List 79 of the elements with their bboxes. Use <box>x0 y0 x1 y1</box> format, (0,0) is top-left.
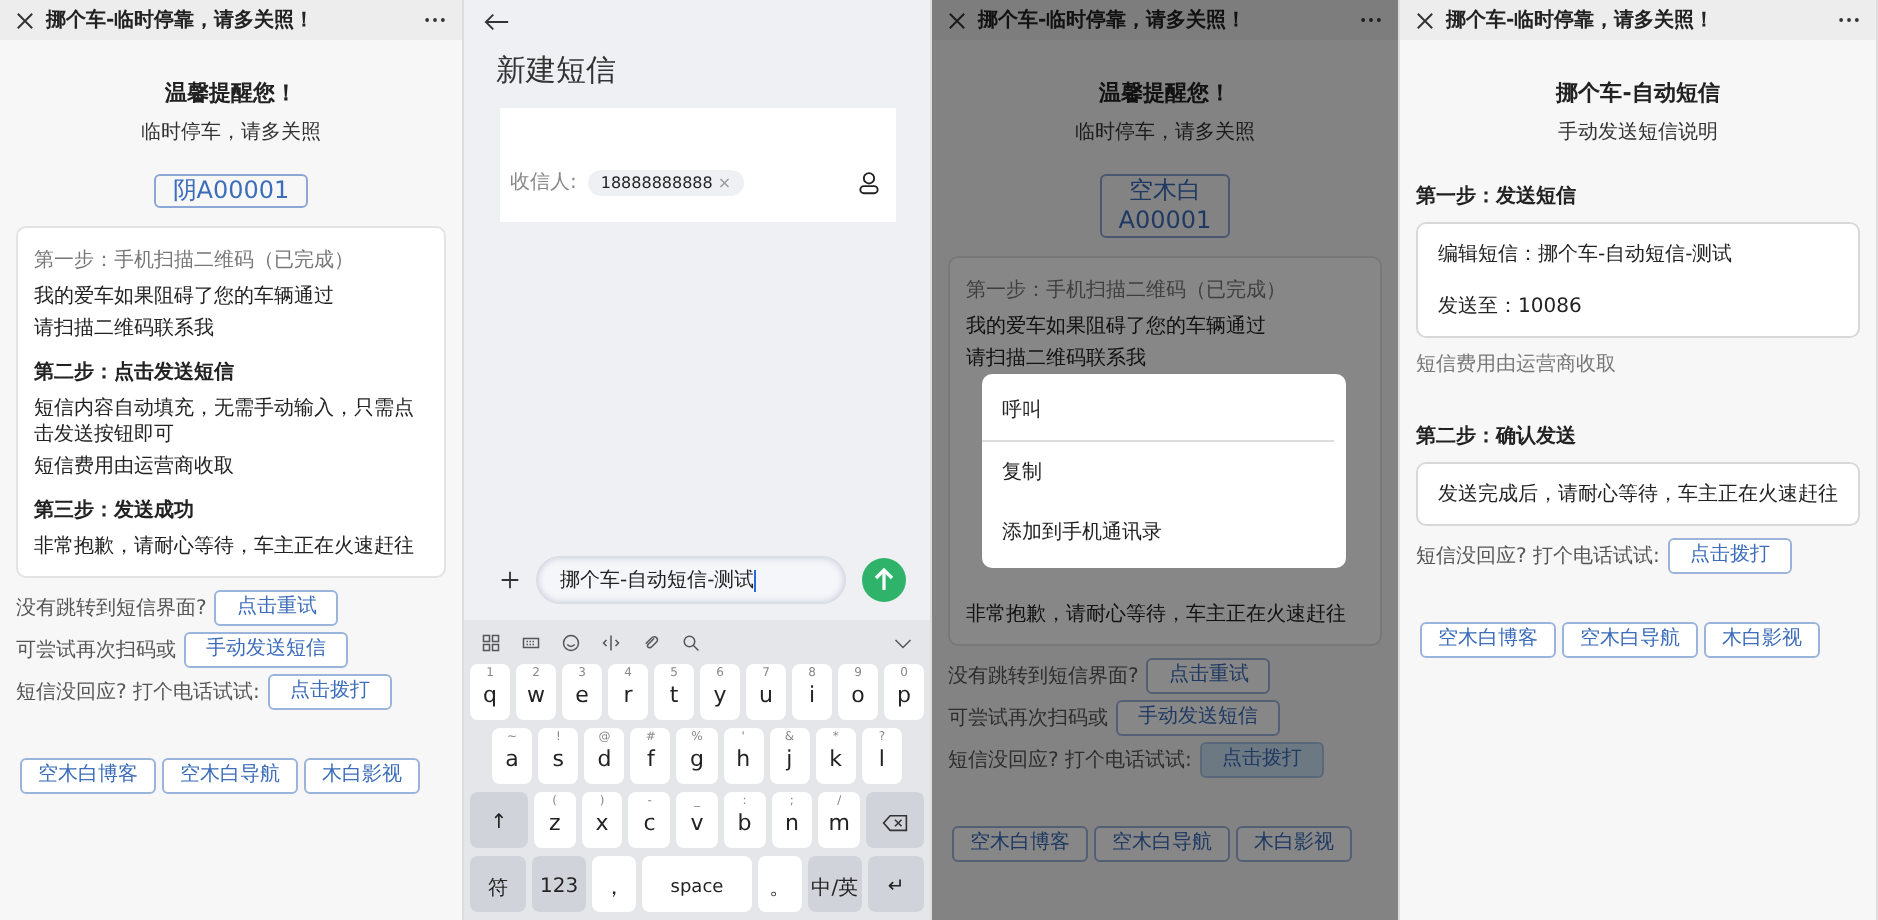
confirm-text: 发送完成后，请耐心等待，车主正在火速赶往 <box>1438 481 1838 508</box>
screen-title: 新建短信 <box>496 52 618 90</box>
keyboard-key[interactable]: 符 <box>470 856 526 912</box>
help-text: 短信没回应? 打个电话试试: <box>16 679 260 706</box>
link-button[interactable]: 空木白导航 <box>1562 622 1698 658</box>
page-heading: 温馨提醒您！ <box>165 78 297 108</box>
page-title: 挪个车-临时停靠，请多关照！ <box>978 6 1249 34</box>
link-button[interactable]: 空木白导航 <box>162 758 298 794</box>
instruction-text: 我的爱车如果阻碍了您的车辆通过 <box>966 314 1268 340</box>
fee-note: 短信费用由运营商收取 <box>1416 351 1618 378</box>
recipient-field[interactable]: 收信人: 18888888888 × <box>500 108 896 222</box>
action-button[interactable]: 手动发送短信 <box>184 632 348 668</box>
step-heading: 第二步：确认发送 <box>1416 423 1578 450</box>
paperclip-icon[interactable] <box>642 634 660 652</box>
help-text: 没有跳转到短信界面? <box>948 663 1139 690</box>
keyboard-key[interactable]: ↑ <box>469 792 528 848</box>
instruction-text: 请扫描二维码联系我 <box>966 346 1148 372</box>
send-button[interactable] <box>862 558 906 602</box>
keyboard-key[interactable]: ， <box>592 856 636 912</box>
keyboard-key[interactable]: 123 <box>531 856 587 912</box>
instruction-text: 第一步：手机扫描二维码（已完成） <box>34 248 356 274</box>
chevron-down-icon[interactable] <box>894 634 912 652</box>
plate-number: 阴A00001 <box>154 174 308 208</box>
action-button[interactable]: 点击拨打 <box>1667 538 1792 574</box>
grid-icon[interactable] <box>482 634 500 652</box>
page-subtitle: 手动发送短信说明 <box>1558 119 1718 146</box>
keyboard-icon[interactable] <box>522 634 540 652</box>
link-button[interactable]: 空木白博客 <box>20 758 156 794</box>
emoji-icon[interactable] <box>562 634 580 652</box>
link-button[interactable]: 木白影视 <box>1704 622 1820 658</box>
cursor-icon[interactable] <box>602 634 620 652</box>
instruction-text: 非常抱歉，请耐心等待，车主正在火速赶往 <box>34 534 416 560</box>
action-button[interactable]: 点击拨打 <box>267 674 392 710</box>
message-input[interactable]: 挪个车-自动短信-测试 <box>536 556 846 604</box>
plate-number: 空木白 A00001 <box>1100 174 1230 238</box>
step-heading: 第一步：发送短信 <box>1416 183 1578 210</box>
menu-item[interactable]: 呼叫 <box>982 380 1346 440</box>
instruction-text: 短信内容自动填充，无需手动输入，只需点击发送按钮即可 <box>34 396 416 448</box>
page-subtitle: 临时停车，请多关照 <box>141 119 321 146</box>
instruction-text: 短信费用由运营商收取 <box>34 454 236 480</box>
keyboard-key[interactable]: ↵ <box>868 856 924 912</box>
more-icon[interactable] <box>424 16 446 24</box>
recipient-label: 收信人: <box>510 170 577 196</box>
instruction-text: 第一步：手机扫描二维码（已完成） <box>966 278 1288 304</box>
help-text: 短信没回应? 打个电话试试: <box>948 747 1192 774</box>
space-key[interactable]: space <box>641 856 753 912</box>
help-text: 可尝试再次扫码或 <box>16 637 176 664</box>
keyboard-key[interactable]: 中/英 <box>807 856 863 912</box>
keyboard-key[interactable]: 。 <box>758 856 802 912</box>
contact-icon[interactable] <box>858 170 880 196</box>
backspace-key[interactable] <box>866 792 925 848</box>
more-icon[interactable] <box>1838 16 1860 24</box>
plus-icon[interactable] <box>500 570 520 590</box>
help-text: 可尝试再次扫码或 <box>948 705 1108 732</box>
link-button[interactable]: 木白影视 <box>304 758 420 794</box>
search-icon[interactable] <box>682 634 700 652</box>
menu-item[interactable]: 添加到手机通讯录 <box>982 502 1346 562</box>
back-arrow-icon[interactable] <box>484 12 510 32</box>
instruction-text: 请扫描二维码联系我 <box>34 316 216 342</box>
close-icon[interactable] <box>1416 11 1434 29</box>
backspace-icon <box>882 814 909 832</box>
page-heading: 温馨提醒您！ <box>1099 78 1231 108</box>
page-subtitle: 临时停车，请多关照 <box>1075 119 1255 146</box>
sms-info-text: 发送至：10086 <box>1438 294 1584 320</box>
step-heading: 第三步：发送成功 <box>34 498 196 524</box>
step-heading: 第二步：点击发送短信 <box>34 360 236 386</box>
menu-item[interactable]: 复制 <box>982 442 1346 502</box>
recipient-chip[interactable]: 18888888888 × <box>588 170 744 196</box>
page-title: 挪个车-临时停靠，请多关照！ <box>1446 6 1717 34</box>
sms-info-text: 编辑短信：挪个车-自动短信-测试 <box>1438 241 1735 268</box>
action-button[interactable]: 点击重试 <box>214 590 339 626</box>
page-title: 挪个车-临时停靠，请多关照！ <box>46 6 317 34</box>
close-icon[interactable] <box>16 11 34 29</box>
page-heading: 挪个车-自动短信 <box>1556 78 1720 108</box>
instruction-text: 我的爱车如果阻碍了您的车辆通过 <box>34 284 336 310</box>
link-button[interactable]: 空木白博客 <box>1420 622 1556 658</box>
help-text: 短信没回应? 打个电话试试: <box>1416 543 1660 570</box>
instruction-text: 非常抱歉，请耐心等待，车主正在火速赶往 <box>966 602 1348 628</box>
help-text: 没有跳转到短信界面? <box>16 595 207 622</box>
